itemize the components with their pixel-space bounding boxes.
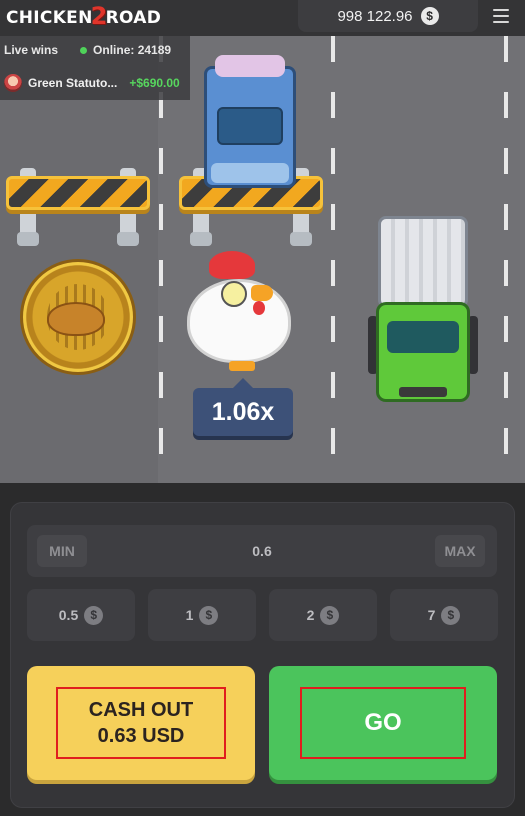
min-bet-button[interactable]: MIN: [37, 535, 87, 567]
online-status-dot-icon: [80, 46, 88, 54]
bet-panel: 0.6 MIN MAX 0.5 $ 1 $ 2 $ 7 $ CASH OUT 0…: [10, 502, 515, 808]
quick-bet-button[interactable]: 7 $: [390, 589, 498, 641]
online-count: Online: 24189: [93, 43, 172, 57]
multiplier-badge: 1.06x: [193, 378, 293, 436]
dollar-coin-icon: $: [320, 605, 340, 625]
max-bet-button[interactable]: MAX: [435, 535, 485, 567]
dollar-coin-icon: $: [420, 7, 439, 25]
go-button[interactable]: GO: [269, 666, 497, 780]
bet-amount-field[interactable]: 0.6 MIN MAX: [27, 525, 497, 577]
lane-divider: [159, 36, 163, 483]
top-bar: CHICKEN 2 ROAD 998 122.96 $: [0, 0, 525, 36]
bet-amount-value[interactable]: 0.6: [27, 525, 497, 577]
roast-chicken-coin-icon: [20, 259, 136, 375]
game-screen: CHICKEN 2 ROAD 998 122.96 $ 1.06x Live w…: [0, 0, 525, 816]
hamburger-menu-icon[interactable]: [493, 5, 515, 27]
logo: CHICKEN 2 ROAD: [6, 2, 162, 30]
balance-display: 998 122.96 $: [298, 0, 478, 32]
live-win-row: Green Statuto... +$690.00: [4, 74, 180, 92]
lane-divider: [331, 36, 335, 483]
highlight-frame: CASH OUT 0.63 USD: [56, 687, 226, 759]
quick-bet-button[interactable]: 1 $: [148, 589, 256, 641]
avatar: [4, 74, 22, 92]
green-truck: [368, 216, 478, 404]
live-wins-label: Live wins: [4, 43, 59, 57]
win-amount: +$690.00: [129, 76, 180, 90]
highlight-frame: GO: [300, 687, 466, 759]
cash-out-amount: 0.63 USD: [97, 725, 185, 747]
dollar-coin-icon: $: [84, 605, 104, 625]
dollar-coin-icon: $: [199, 605, 219, 625]
cash-out-label: CASH OUT: [88, 699, 194, 721]
live-wins-panel: Live wins Online: 24189 Green Statuto...…: [0, 36, 190, 100]
quick-bet-button[interactable]: 0.5 $: [27, 589, 135, 641]
cash-out-button[interactable]: CASH OUT 0.63 USD: [27, 666, 255, 780]
lane-divider: [504, 36, 508, 483]
quick-bet-button[interactable]: 2 $: [269, 589, 377, 641]
blue-truck: [204, 55, 296, 188]
winner-name: Green Statuto...: [28, 76, 118, 90]
go-label: GO: [364, 709, 402, 736]
balance-value: 998 122.96: [337, 7, 413, 25]
dollar-coin-icon: $: [441, 605, 461, 625]
chicken-character: [187, 251, 295, 371]
